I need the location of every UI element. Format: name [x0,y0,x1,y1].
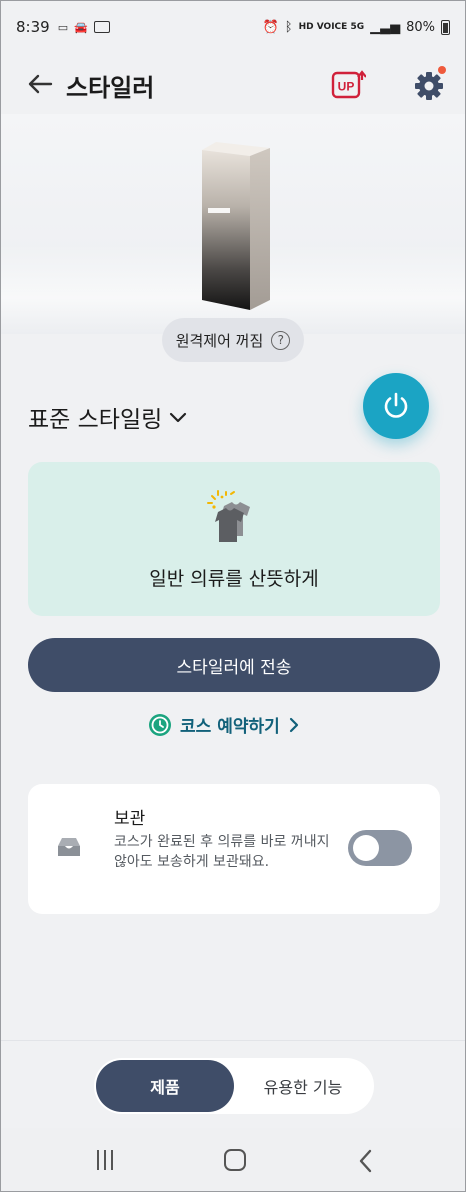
power-button[interactable] [363,373,429,439]
battery-icon [441,19,450,35]
schedule-course-label: 코스 예약하기 [180,717,280,737]
signal-icon: ▁▃▅ [370,19,401,35]
status-time: 8:39 [16,18,50,36]
arrow-left-icon [28,74,53,94]
home-button[interactable] [224,1149,246,1171]
settings-button[interactable] [410,66,448,104]
nav-back-icon[interactable] [356,1148,376,1174]
storage-option-card: 보관 코스가 완료된 후 의류를 바로 꺼내지 않아도 보송하게 보관돼요. [28,784,440,914]
chevron-down-icon [170,412,187,423]
bottom-tab-switcher: 제품 유용한 기능 [94,1058,374,1114]
schedule-course-link[interactable]: 코스 예약하기 [148,712,300,737]
up-label: UP [338,80,355,94]
storage-tray-icon [58,838,80,856]
up-icon: UP [331,70,367,99]
back-button[interactable] [20,64,60,104]
app-notification-icon: ▭ [57,20,69,34]
clock-icon [149,713,171,736]
chevron-right-icon [289,717,298,732]
status-bar: 8:39 ▭ 🚘 ⏰ ᛒ HD VOICE 5G ▁▃▅ 80% [0,0,466,54]
product-hero [0,114,466,334]
remote-control-status[interactable]: 원격제어 꺼짐 ? [162,318,304,362]
network-label: HD VOICE 5G [298,22,365,32]
storage-title: 보관 [114,809,146,829]
window-icon [93,21,110,33]
course-name: 표준 스타일링 [28,407,163,433]
power-icon [384,392,408,418]
course-dropdown[interactable]: 표준 스타일링 [28,400,188,434]
clothing-sparkle-icon [207,490,250,542]
notification-dot [438,66,446,74]
bluetooth-icon: ᛒ [284,19,293,35]
battery-text: 80% [406,19,435,35]
send-to-styler-button[interactable]: 스타일러에 전송 [28,638,440,692]
help-icon[interactable]: ? [271,330,291,350]
toggle-knob [353,835,379,861]
course-card: 일반 의류를 산뜻하게 [28,462,440,616]
recent-apps-button[interactable] [94,1150,116,1172]
tab-product[interactable]: 제품 [96,1060,234,1112]
course-description: 일반 의류를 산뜻하게 [149,568,319,590]
tab-useful-features[interactable]: 유용한 기능 [234,1060,372,1112]
alarm-icon: ⏰ [262,19,279,35]
storage-toggle[interactable] [348,830,412,866]
divider [0,1040,466,1041]
system-nav-bar [0,1128,466,1192]
styler-device-image [202,142,270,310]
storage-description: 코스가 완료된 후 의류를 바로 꺼내지 않아도 보송하게 보관돼요. [114,834,330,870]
page-title: 스타일러 [66,74,155,102]
upgrade-button[interactable]: UP [330,66,367,102]
car-icon: 🚘 [74,20,88,34]
app-bar: 스타일러 UP [0,54,466,114]
remote-status-text: 원격제어 꺼짐 [175,331,264,350]
